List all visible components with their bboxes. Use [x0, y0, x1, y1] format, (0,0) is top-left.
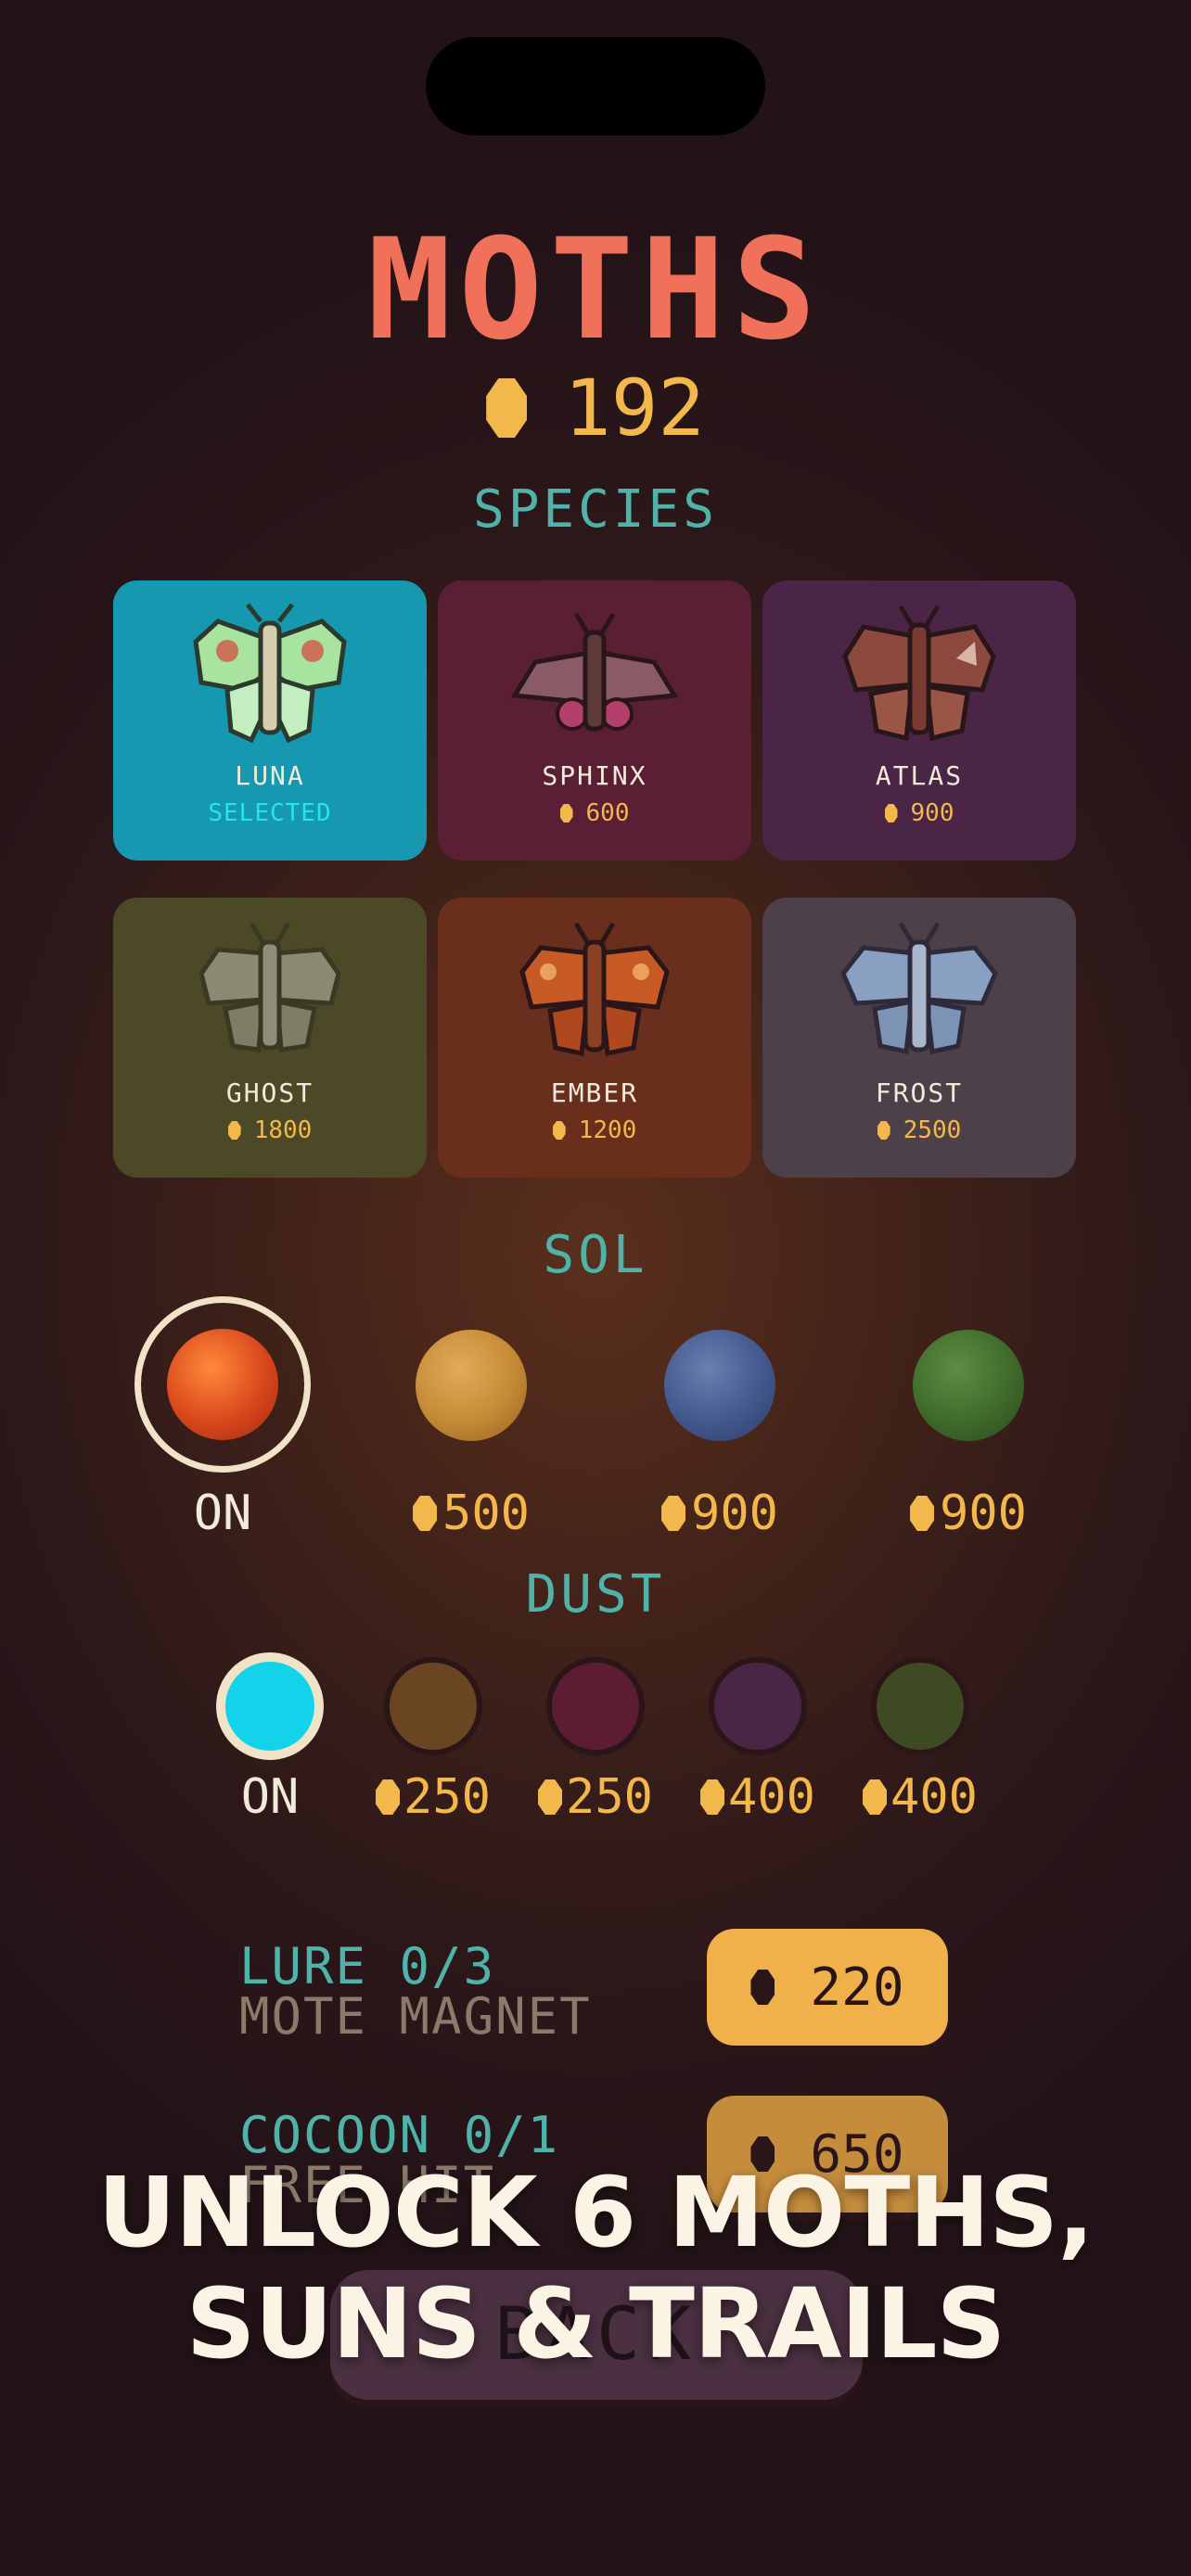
- coin-icon: [376, 1779, 401, 1815]
- frost-moth-icon: [840, 922, 998, 1055]
- sol-heading: SOL: [543, 1225, 648, 1285]
- species-card-ghost[interactable]: GHOST 1800: [113, 898, 427, 1178]
- sun-blue-icon: [664, 1330, 775, 1441]
- sun-price: 900: [910, 1486, 1027, 1541]
- species-name: FROST: [875, 1078, 964, 1108]
- sun-option-3[interactable]: 900: [876, 1296, 1061, 1541]
- upgrade-title: LURE 0/3: [239, 1937, 496, 1996]
- dust-crimson-swatch: [546, 1657, 645, 1755]
- coin-icon: [552, 1121, 566, 1140]
- coin-icon: [486, 378, 528, 438]
- sun-orange-icon: [167, 1329, 278, 1440]
- coin-icon: [413, 1496, 438, 1531]
- upgrade-lure: LURE 0/3 MOTE MAGNET: [239, 1942, 592, 2042]
- dust-price: 250: [376, 1769, 491, 1825]
- ghost-moth-icon: [198, 922, 341, 1052]
- species-price: 900: [884, 797, 954, 829]
- sun-option-1[interactable]: 500: [378, 1296, 564, 1541]
- promo-banner-line1: UNLOCK 6 MOTHS,: [97, 2156, 1094, 2269]
- upgrade-title: COCOON 0/1: [239, 2106, 560, 2164]
- coin-icon: [538, 1779, 563, 1815]
- dust-option-3[interactable]: 400: [679, 1657, 837, 1825]
- luna-moth-icon: [193, 603, 347, 744]
- dust-status: ON: [240, 1769, 300, 1825]
- dust-heading: DUST: [525, 1564, 666, 1625]
- dynamic-island: [426, 37, 765, 135]
- sun-option-2[interactable]: 900: [627, 1296, 813, 1541]
- ember-moth-icon: [519, 922, 670, 1057]
- species-price: 600: [559, 797, 629, 829]
- species-card-luna[interactable]: LUNA SELECTED: [113, 580, 427, 861]
- dust-price: 400: [863, 1769, 978, 1825]
- dust-option-0[interactable]: ON: [191, 1652, 349, 1825]
- coin-icon: [661, 1496, 686, 1531]
- species-price: 1800: [227, 1115, 312, 1146]
- species-heading: SPECIES: [472, 479, 718, 540]
- selected-badge: SELECTED: [208, 799, 332, 827]
- species-card-sphinx[interactable]: SPHINX 600: [438, 580, 751, 861]
- species-price: 2500: [877, 1115, 961, 1146]
- sun-option-0[interactable]: ON: [130, 1296, 315, 1541]
- buy-lure-button[interactable]: 220: [707, 1929, 948, 2046]
- dust-purple-swatch: [709, 1657, 807, 1755]
- dust-price: 400: [700, 1769, 815, 1825]
- coin-icon: [884, 804, 898, 823]
- coin-icon: [559, 804, 573, 823]
- species-price: 1200: [552, 1115, 636, 1146]
- species-name: LUNA: [235, 760, 305, 791]
- coin-icon: [227, 1121, 241, 1140]
- promo-banner-line2: SUNS & TRAILS: [186, 2267, 1006, 2380]
- upgrade-subtitle: MOTE MAGNET: [239, 1987, 592, 2046]
- coin-balance: 192: [0, 362, 1191, 454]
- dust-price: 250: [538, 1769, 653, 1825]
- coin-icon: [700, 1779, 725, 1815]
- dust-option-2[interactable]: 250: [517, 1657, 674, 1825]
- coin-icon: [750, 1970, 775, 2005]
- selected-ring: [134, 1296, 311, 1473]
- dust-option-4[interactable]: 400: [841, 1657, 999, 1825]
- balance-value: 192: [564, 363, 705, 453]
- sun-price: 500: [413, 1486, 530, 1541]
- sun-gold-icon: [416, 1330, 527, 1441]
- coin-icon: [863, 1779, 888, 1815]
- dust-cyan-swatch: [216, 1652, 324, 1760]
- dust-option-1[interactable]: 250: [354, 1657, 512, 1825]
- page-title: MOTHS: [367, 210, 824, 371]
- species-name: EMBER: [550, 1078, 639, 1108]
- species-name: GHOST: [225, 1078, 314, 1108]
- coin-icon: [877, 1121, 890, 1140]
- species-card-ember[interactable]: EMBER 1200: [438, 898, 751, 1178]
- coin-icon: [910, 1496, 935, 1531]
- species-card-frost[interactable]: FROST 2500: [762, 898, 1076, 1178]
- atlas-moth-icon: [842, 605, 996, 742]
- dust-brown-swatch: [384, 1657, 482, 1755]
- sun-price: 900: [661, 1486, 778, 1541]
- species-card-atlas[interactable]: ATLAS 900: [762, 580, 1076, 861]
- species-name: ATLAS: [875, 760, 964, 791]
- sun-green-icon: [913, 1330, 1024, 1441]
- species-name: SPHINX: [542, 760, 647, 791]
- dust-olive-swatch: [871, 1657, 969, 1755]
- sphinx-moth-icon: [511, 612, 678, 732]
- sun-status: ON: [193, 1486, 252, 1541]
